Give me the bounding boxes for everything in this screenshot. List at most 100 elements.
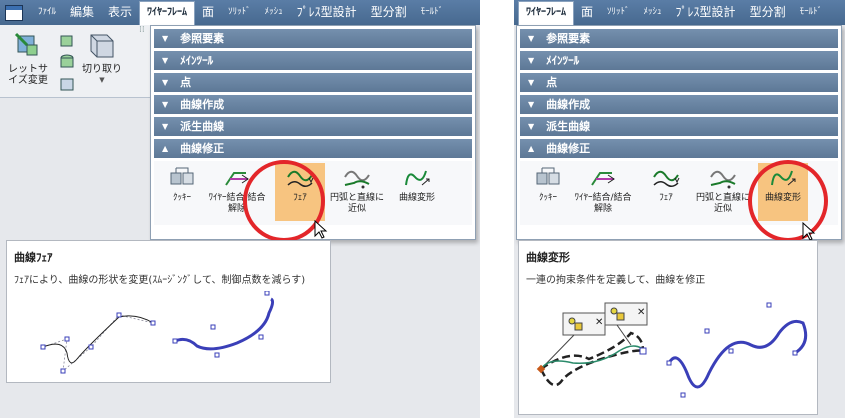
box-icon[interactable] — [58, 75, 76, 93]
fair-icon — [653, 170, 680, 187]
section-reference[interactable]: ▼ 参照要素 — [154, 29, 472, 48]
right-screenshot: ﾜｲﾔｰﾌﾚｰﾑ 面 ｿﾘｯﾄﾞ ﾒｯｼｭ ﾌﾟﾚｽ型設計 型分割 ﾓｰﾙﾄﾞ … — [514, 0, 845, 418]
section-label: 曲線修正 — [180, 142, 225, 155]
separator — [480, 0, 514, 418]
menu-edit[interactable]: 編集 — [63, 0, 101, 25]
menu-view[interactable]: 表示 — [101, 0, 139, 25]
left-screenshot: ﾌｧｲﾙ 編集 表示 ﾜｲﾔｰﾌﾚｰﾑ 面 ｿﾘｯﾄﾞ ﾒｯｼｭ ﾌﾟﾚｽ型設計… — [0, 0, 480, 418]
wire-join-tool[interactable]: ﾜｲﾔｰ結合/結合解除 — [572, 163, 634, 221]
ribbon: レットサイズ変更 切り取り ▼ — [0, 25, 152, 98]
resize-button[interactable]: レットサイズ変更 — [2, 31, 54, 86]
menu-mold[interactable]: ﾓｰﾙﾄﾞ — [793, 0, 830, 25]
wire-join-icon — [591, 172, 615, 186]
section-derived-curve[interactable]: ▼ 派生曲線 — [520, 117, 838, 136]
curve-deform-tool[interactable]: 曲線変形 — [392, 163, 442, 221]
cookie-tool[interactable]: ｸｯｷｰ — [523, 163, 573, 221]
arc-line-approx-tool[interactable]: 円弧と直線に近似 — [326, 163, 388, 221]
section-label: 曲線修正 — [546, 142, 591, 155]
curve-deform-icon — [405, 170, 430, 186]
menu-press-die[interactable]: ﾌﾟﾚｽ型設計 — [290, 0, 364, 25]
collapsed-arrow-icon: ▼ — [162, 78, 169, 87]
arc-line-approx-icon — [344, 170, 370, 189]
collapsed-arrow-icon: ▼ — [162, 34, 169, 43]
small-tool-stack — [58, 31, 78, 97]
section-curve-modify[interactable]: ▲ 曲線修正 — [520, 139, 838, 158]
cookie-icon — [170, 167, 194, 185]
tooltip-card: 曲線変形 一連の拘束条件を定義して、曲線を修正 ✕ ✕ — [518, 240, 818, 415]
constraint-popup-1: ✕ — [540, 312, 606, 370]
section-label: 派生曲線 — [546, 120, 591, 133]
mouse-cursor-icon — [314, 220, 328, 239]
expanded-arrow-icon: ▲ — [162, 144, 169, 153]
menu-solid[interactable]: ｿﾘｯﾄﾞ — [221, 0, 258, 25]
menu-mold[interactable]: ﾓｰﾙﾄﾞ — [414, 0, 451, 25]
section-derived-curve[interactable]: ▼ 派生曲線 — [154, 117, 472, 136]
section-label: 曲線作成 — [546, 98, 591, 111]
cookie-icon — [536, 167, 560, 185]
tooltip-description: 一連の拘束条件を定義して、曲線を修正 — [526, 275, 706, 286]
svg-text:✕: ✕ — [595, 317, 603, 328]
annotation-circle — [748, 160, 828, 242]
section-label: 派生曲線 — [180, 120, 225, 133]
menu-mesh[interactable]: ﾒｯｼｭ — [258, 0, 290, 25]
arc-line-approx-tool[interactable]: 円弧と直線に近似 — [692, 163, 754, 221]
section-label: 参照要素 — [546, 32, 591, 45]
section-label: ﾒｲﾝﾂｰﾙ — [180, 54, 214, 67]
menu-mesh[interactable]: ﾒｯｼｭ — [637, 0, 669, 25]
section-reference[interactable]: ▼ 参照要素 — [520, 29, 838, 48]
cut-button[interactable]: 切り取り ▼ — [80, 31, 124, 86]
section-main-tools[interactable]: ▼ ﾒｲﾝﾂｰﾙ — [154, 51, 472, 70]
section-label: ﾒｲﾝﾂｰﾙ — [546, 54, 580, 67]
cube-icon[interactable] — [58, 31, 76, 49]
tool-label: 円弧と直線に近似 — [329, 193, 384, 214]
expanded-arrow-icon: ▲ — [528, 144, 535, 153]
tool-label: 円弧と直線に近似 — [695, 193, 750, 214]
section-label: 点 — [546, 76, 558, 89]
grip-handle-icon[interactable]: ⁞⁞ — [139, 26, 145, 42]
menu-press-die[interactable]: ﾌﾟﾚｽ型設計 — [669, 0, 743, 25]
section-label: 点 — [180, 76, 192, 89]
fair-example-illustration — [40, 291, 275, 374]
deform-example-illustration: ✕ ✕ — [536, 302, 808, 398]
cookie-tool[interactable]: ｸｯｷｰ — [157, 163, 207, 221]
resize-icon — [14, 32, 38, 56]
menu-file[interactable]: ﾌｧｲﾙ — [31, 0, 63, 25]
resize-button-label: レットサイズ変更 — [8, 64, 48, 86]
menu-surface[interactable]: 面 — [195, 0, 221, 25]
section-point[interactable]: ▼ 点 — [520, 73, 838, 92]
section-label: 参照要素 — [180, 32, 225, 45]
mouse-cursor-icon — [802, 222, 816, 241]
menu-surface[interactable]: 面 — [574, 0, 600, 25]
cut-icon — [90, 34, 114, 58]
menu-wireframe[interactable]: ﾜｲﾔｰﾌﾚｰﾑ — [518, 1, 574, 25]
tool-label: ﾜｲﾔｰ結合/結合解除 — [574, 193, 632, 214]
dropdown-arrow-icon[interactable]: ▼ — [80, 75, 124, 86]
tooltip-title: 曲線変形 — [526, 251, 570, 264]
section-main-tools[interactable]: ▼ ﾒｲﾝﾂｰﾙ — [520, 51, 838, 70]
section-point[interactable]: ▼ 点 — [154, 73, 472, 92]
tool-label: ｸｯｷｰ — [538, 193, 557, 203]
section-curve-modify[interactable]: ▲ 曲線修正 — [154, 139, 472, 158]
cylinder-icon[interactable] — [58, 53, 76, 71]
section-label: 曲線作成 — [180, 98, 225, 111]
collapsed-arrow-icon: ▼ — [162, 100, 169, 109]
menu-mold-split[interactable]: 型分割 — [743, 0, 793, 25]
collapsed-arrow-icon: ▼ — [528, 56, 535, 65]
menu-wireframe[interactable]: ﾜｲﾔｰﾌﾚｰﾑ — [139, 1, 196, 25]
section-curve-create[interactable]: ▼ 曲線作成 — [520, 95, 838, 114]
menu-solid[interactable]: ｿﾘｯﾄﾞ — [600, 0, 637, 25]
fair-tool[interactable]: ﾌｪｱ — [641, 163, 691, 221]
collapsed-arrow-icon: ▼ — [162, 56, 169, 65]
tooltip-description: ﾌｪｱにより、曲線の形状を変更(ｽﾑｰｼﾞﾝｸﾞして、制御点数を減らす) — [14, 275, 306, 286]
collapsed-arrow-icon: ▼ — [528, 34, 535, 43]
collapsed-arrow-icon: ▼ — [528, 100, 535, 109]
app-menu-icon[interactable] — [5, 4, 23, 21]
menu-bar: ﾜｲﾔｰﾌﾚｰﾑ 面 ｿﾘｯﾄﾞ ﾒｯｼｭ ﾌﾟﾚｽ型設計 型分割 ﾓｰﾙﾄﾞ — [514, 0, 845, 25]
svg-text:✕: ✕ — [637, 307, 645, 318]
cut-button-label: 切り取り — [82, 64, 122, 75]
arc-line-approx-icon — [710, 170, 736, 189]
menu-mold-split[interactable]: 型分割 — [364, 0, 414, 25]
menu-bar: ﾌｧｲﾙ 編集 表示 ﾜｲﾔｰﾌﾚｰﾑ 面 ｿﾘｯﾄﾞ ﾒｯｼｭ ﾌﾟﾚｽ型設計… — [0, 0, 480, 25]
tool-label: ﾌｪｱ — [659, 193, 673, 203]
section-curve-create[interactable]: ▼ 曲線作成 — [154, 95, 472, 114]
